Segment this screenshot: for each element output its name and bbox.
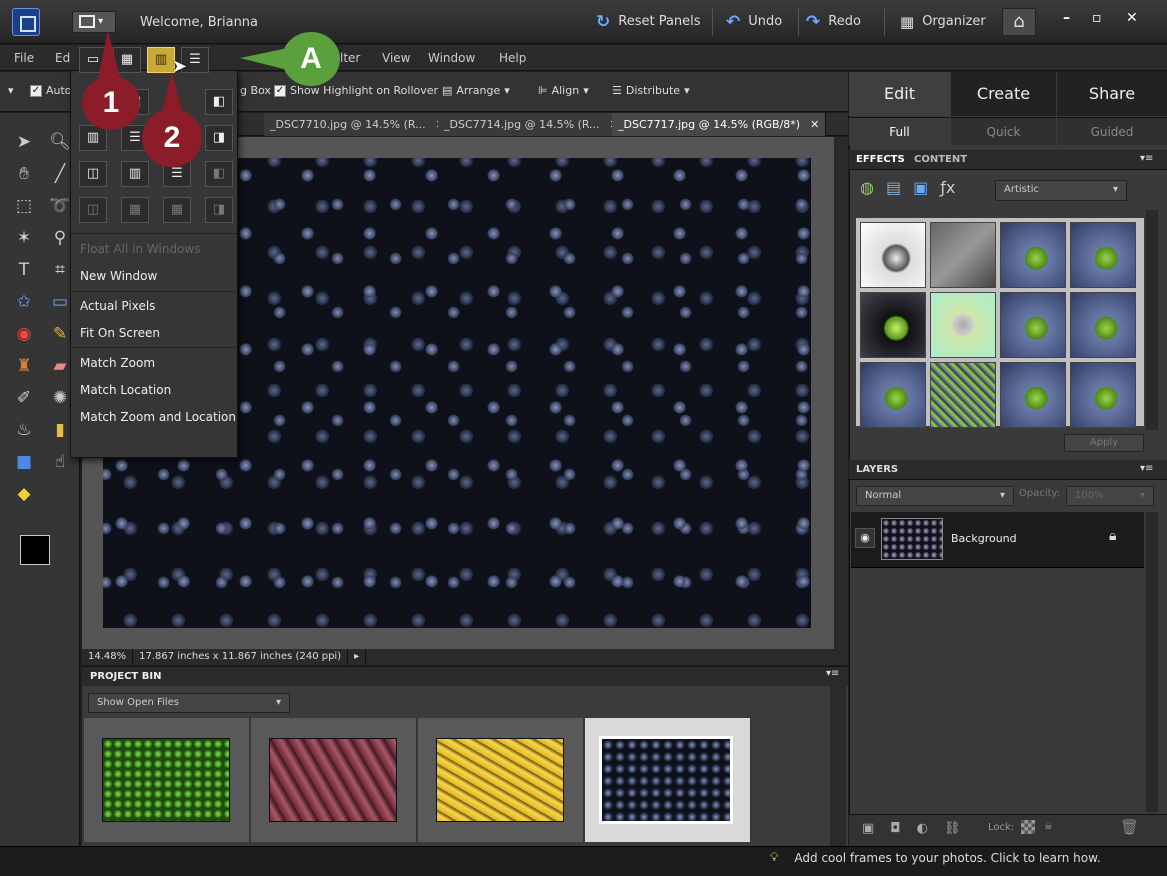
brush-tool-icon[interactable]: ✐ (10, 385, 38, 411)
callout-1-pointer (98, 30, 120, 78)
adjustment-layer-icon[interactable]: ◐ (917, 821, 928, 836)
effects-scrollbar[interactable] (1146, 210, 1158, 430)
effect-thumbnail[interactable] (930, 222, 996, 288)
red-eye-tool-icon[interactable]: ◉ (10, 321, 38, 347)
callout-arrows (98, 30, 288, 118)
layer-actions: ▣ ◘ ◐ ⛓ (862, 821, 960, 836)
lightbulb-icon: 💡︎ (770, 850, 779, 864)
callout-a-pointer (240, 48, 288, 70)
bin-thumbnail[interactable] (251, 718, 417, 842)
effects-grid (856, 218, 1144, 428)
layout-option-icon: ▦ (121, 197, 149, 223)
menu-float-all: Float All in Windows (80, 242, 201, 256)
chevron-down-icon: ▾ (1139, 490, 1145, 501)
callout-1: 1 (82, 76, 140, 130)
layers-scrollbar[interactable] (1146, 512, 1158, 812)
paint-bucket-tool-icon[interactable]: ♨ (10, 417, 38, 443)
lock-label: Lock: (988, 822, 1015, 833)
tip-link[interactable]: 💡︎ Add cool frames to your photos. Click … (770, 850, 1101, 865)
chevron-down-icon: ▾ (999, 490, 1005, 501)
trash-icon[interactable]: 🗑︎ (1120, 818, 1139, 836)
layout-option-icon: ▦ (163, 197, 191, 223)
effect-thumbnail[interactable] (860, 222, 926, 288)
magic-wand-tool-icon[interactable]: ✶ (10, 225, 38, 251)
effect-thumbnail[interactable] (860, 362, 926, 428)
clone-stamp-tool-icon[interactable]: ♜ (10, 353, 38, 379)
zoom-level: 14.48% (82, 649, 134, 665)
bin-filter-select[interactable]: Show Open Files ▾ (88, 693, 290, 713)
effect-thumbnail[interactable] (1000, 362, 1066, 428)
project-bin-header: PROJECT BIN (82, 666, 848, 686)
menu-fit-on-screen[interactable]: Fit On Screen (80, 326, 160, 340)
chevron-down-icon: ▾ (275, 697, 281, 708)
vertical-scrollbar[interactable] (834, 137, 848, 649)
effect-thumbnail[interactable] (930, 362, 996, 428)
eye-icon[interactable]: ◉ (855, 528, 875, 548)
document-size: 17.867 inches x 11.867 inches (240 ppi) (133, 649, 349, 665)
shape-tool-icon[interactable]: ■ (10, 449, 38, 475)
callout-2: 2 (142, 109, 202, 167)
status-menu-arrow[interactable]: ▸ (348, 649, 367, 665)
callout-a: A (282, 32, 340, 86)
toolbox: ➤ 🔍︎ ✋︎ ╱ ⬚ ➰ ✶ ⚲ T ⌗ ✩ ▭ ◉ ✎ ♜ ▰ ✐ ✺ ♨ … (0, 113, 80, 846)
link-icon[interactable]: ⛓ (944, 821, 961, 836)
layer-thumbnail (881, 518, 943, 560)
lock-transparency-icon[interactable] (1021, 820, 1035, 834)
sponge-tool-icon[interactable]: ◆ (10, 481, 38, 507)
lock-all-icon[interactable]: 🔒︎ (1045, 818, 1052, 833)
effect-thumbnail[interactable] (1070, 292, 1136, 358)
type-tool-icon[interactable]: T (10, 257, 38, 283)
effect-thumbnail[interactable] (930, 292, 996, 358)
panel-menu-icon[interactable]: ▾≡ (1140, 463, 1153, 474)
layout-option-icon: ◫ (79, 197, 107, 223)
bin-thumbnail[interactable] (418, 718, 584, 842)
effect-thumbnail[interactable] (1000, 222, 1066, 288)
foreground-color-swatch[interactable] (20, 535, 50, 565)
opacity-label: Opacity: (1019, 488, 1061, 499)
menu-match-zoom-location[interactable]: Match Zoom and Location (80, 410, 236, 424)
apply-button[interactable]: Apply (1064, 434, 1144, 452)
layout-option-icon: ◨ (205, 197, 233, 223)
menu-new-window[interactable]: New Window (80, 269, 157, 283)
menu-actual-pixels[interactable]: Actual Pixels (80, 299, 155, 313)
mask-icon[interactable]: ◘ (890, 821, 900, 836)
blend-mode-select[interactable]: Normal ▾ (856, 486, 1014, 506)
status-bar: 14.48% 17.867 inches x 11.867 inches (24… (82, 649, 848, 665)
cookie-cutter-tool-icon[interactable]: ✩ (10, 289, 38, 315)
bin-thumbnail-selected[interactable] (585, 718, 751, 842)
bin-thumbnail[interactable] (84, 718, 250, 842)
layer-row[interactable]: ◉ Background 🔒︎ (851, 512, 1144, 568)
effect-thumbnail[interactable] (1070, 222, 1136, 288)
menu-match-zoom[interactable]: Match Zoom (80, 356, 155, 370)
bin-scrollbar[interactable] (830, 686, 846, 846)
new-layer-icon[interactable]: ▣ (862, 821, 874, 836)
layer-name: Background (951, 532, 1017, 545)
menu-match-location[interactable]: Match Location (80, 383, 171, 397)
opacity-field[interactable]: 100% ▾ (1066, 486, 1154, 506)
panel-menu-icon[interactable]: ▾≡ (826, 668, 839, 679)
effect-thumbnail[interactable] (1070, 362, 1136, 428)
layers-panel-header: LAYERS (849, 460, 1167, 480)
effect-thumbnail[interactable] (860, 292, 926, 358)
effect-thumbnail[interactable] (1000, 292, 1066, 358)
lock-icon: 🔒︎ (1109, 528, 1117, 544)
